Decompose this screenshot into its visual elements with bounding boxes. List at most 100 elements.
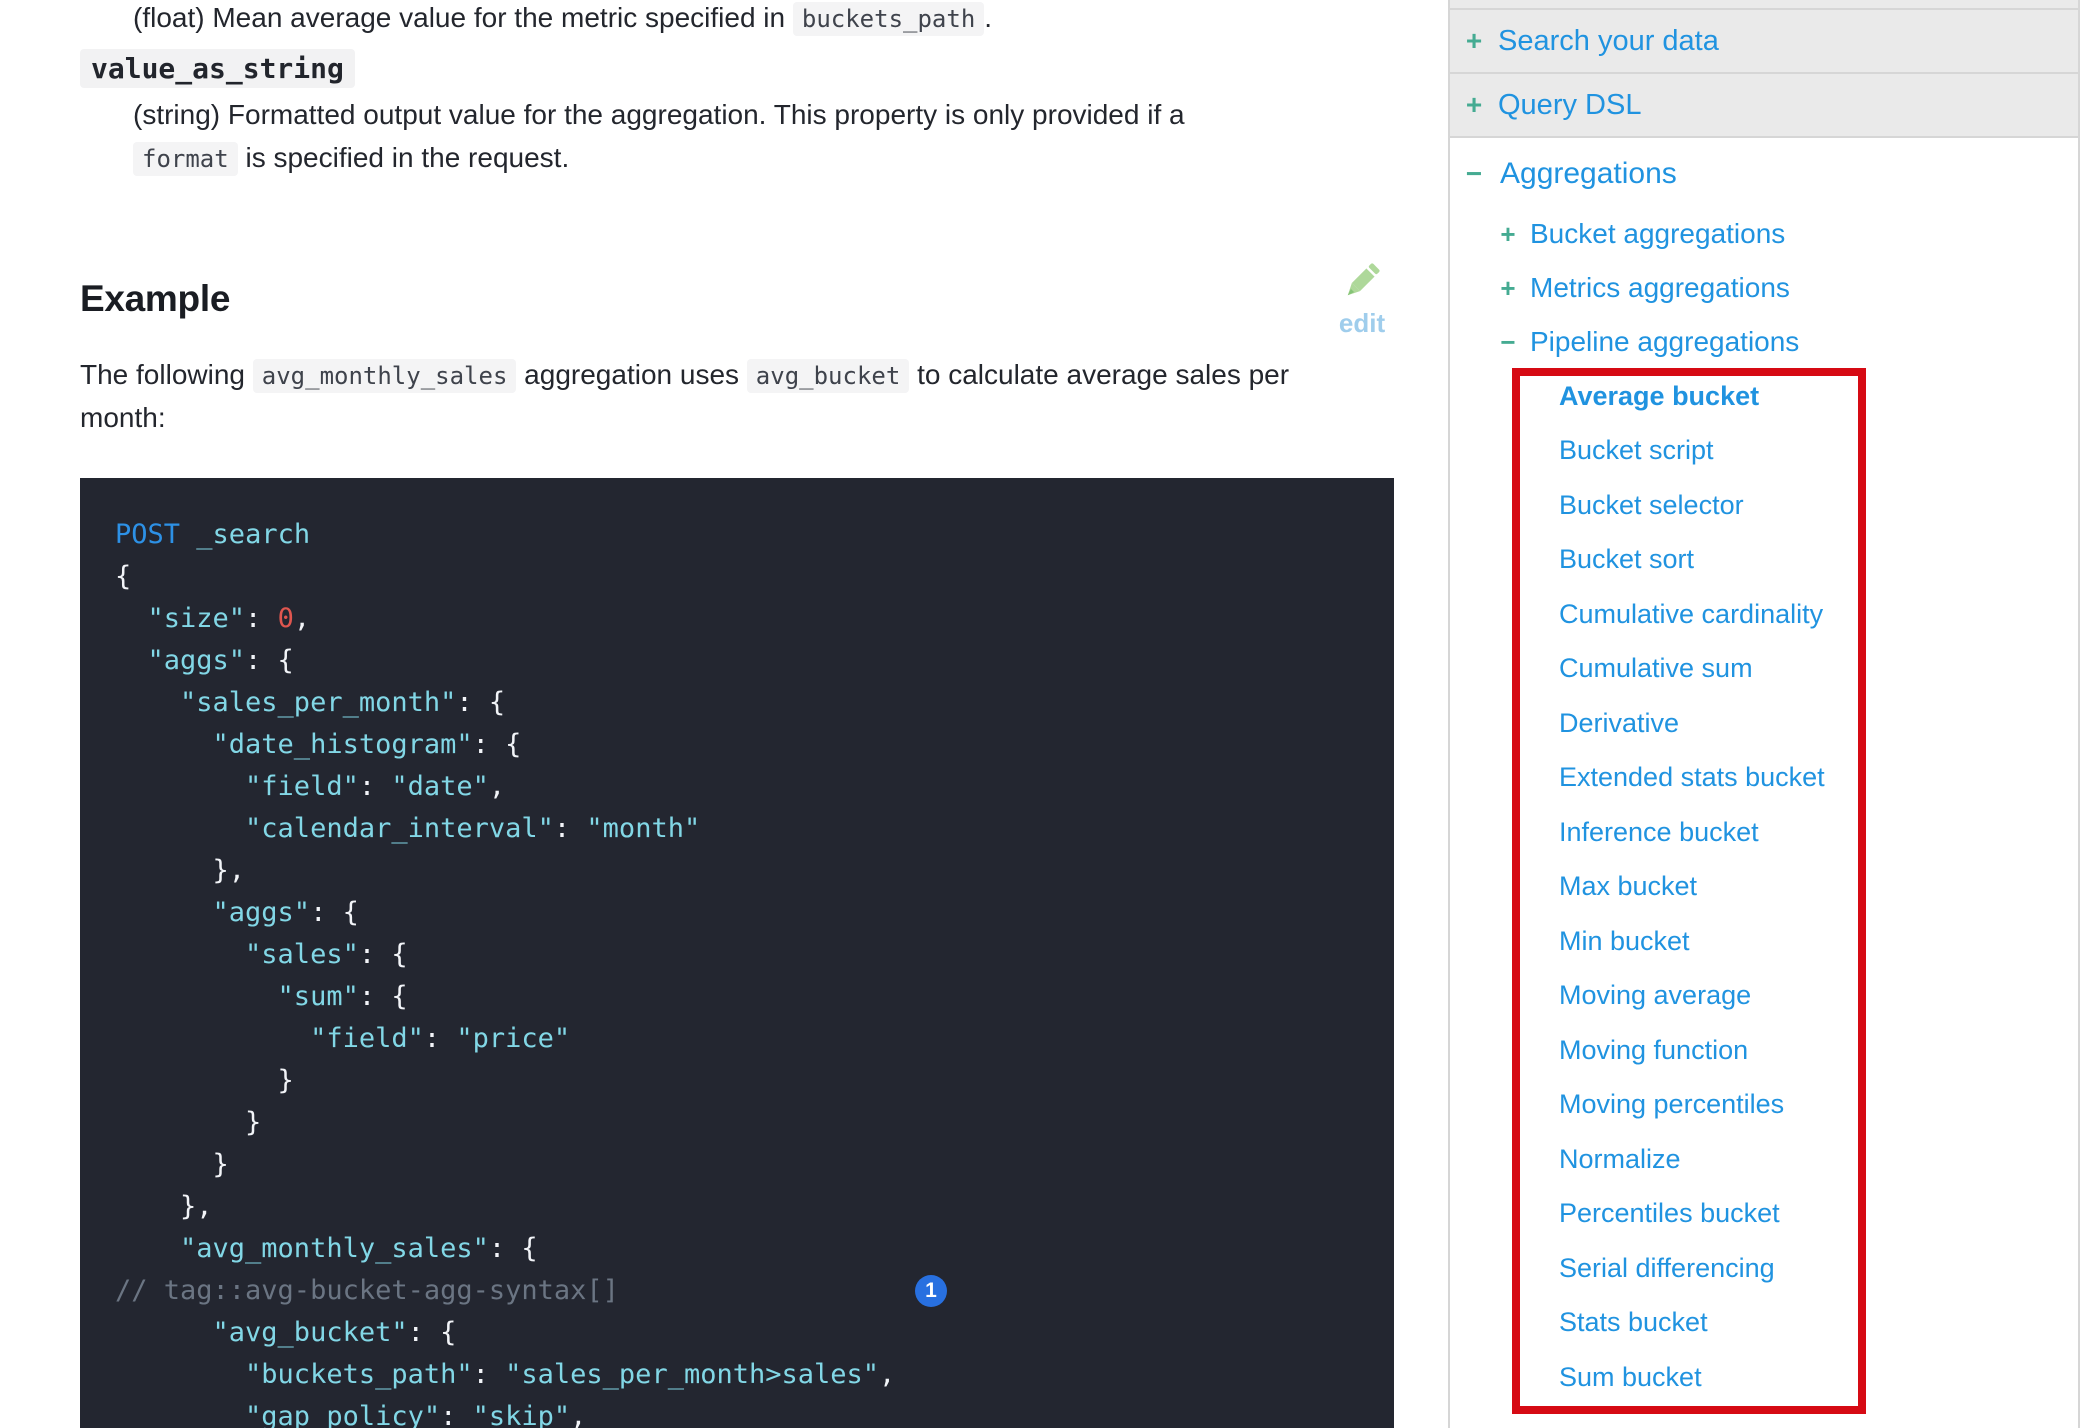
sidebar-link-bucket-script[interactable]: Bucket script — [1450, 424, 2078, 479]
code-line: }, — [115, 1186, 1364, 1228]
float-description: (float) Mean average value for the metri… — [80, 0, 1394, 41]
sidebar-item-aggregations[interactable]: − Aggregations — [1450, 151, 2078, 197]
callout-1-badge: 1 — [915, 1275, 947, 1307]
sidebar-item-label: Bucket aggregations — [1530, 218, 1785, 250]
sidebar-item-label: Pipeline aggregations — [1530, 326, 1799, 358]
code-lines: POST _search{ "size": 0, "aggs": { "sale… — [115, 514, 1364, 1428]
sidebar-item-query-dsl[interactable]: + Query DSL — [1450, 74, 2078, 138]
expand-icon[interactable]: + — [1462, 25, 1486, 57]
code-line: "buckets_path": "sales_per_month>sales", — [115, 1354, 1364, 1396]
sidebar-item-bucket-aggregations[interactable]: + Bucket aggregations — [1450, 207, 2078, 261]
code-token: "month" — [586, 813, 700, 844]
sidebar-item-label: Metrics aggregations — [1530, 272, 1790, 304]
code-comment: // tag::avg-bucket-agg-syntax[] — [115, 1275, 619, 1306]
sidebar-link-moving-average[interactable]: Moving average — [1450, 969, 2078, 1024]
text-segment: to calculate average sales per — [909, 359, 1289, 390]
code-token: _search — [196, 519, 310, 550]
code-token: 0 — [278, 603, 294, 634]
code-token: : — [359, 771, 392, 802]
sidebar-link-percentiles-bucket[interactable]: Percentiles bucket — [1450, 1187, 2078, 1242]
term-value-as-string: value_as_string — [80, 49, 355, 88]
code-line: // tag::avg-bucket-agg-syntax[] 1 — [115, 1270, 1364, 1312]
sidebar-link-max-bucket[interactable]: Max bucket — [1450, 860, 2078, 915]
collapse-icon[interactable]: − — [1498, 327, 1518, 358]
code-token — [180, 519, 196, 550]
code-line: "date_histogram": { — [115, 724, 1364, 766]
code-block: POST _search{ "size": 0, "aggs": { "sale… — [80, 478, 1394, 1428]
sidebar-link-bucket-selector[interactable]: Bucket selector — [1450, 478, 2078, 533]
code-line: { — [115, 556, 1364, 598]
code-token: "aggs" — [115, 897, 310, 928]
code-token: "avg_bucket" — [115, 1317, 408, 1348]
code-token: "field" — [115, 1023, 424, 1054]
edit-label: edit — [1339, 309, 1385, 337]
code-token: "gap_policy" — [115, 1401, 440, 1428]
sidebar-item-label: Query DSL — [1498, 89, 1641, 122]
code-line: "field": "date", — [115, 766, 1364, 808]
sidebar-link-extended-stats-bucket[interactable]: Extended stats bucket — [1450, 751, 2078, 806]
code-token: "buckets_path" — [115, 1359, 473, 1390]
sidebar-link-average-bucket[interactable]: Average bucket — [1450, 369, 2078, 424]
code-token: "skip" — [473, 1401, 571, 1428]
code-token: : { — [473, 729, 522, 760]
sidebar-link-cumulative-sum[interactable]: Cumulative sum — [1450, 642, 2078, 697]
sidebar-item-pipeline-aggregations[interactable]: −Pipeline aggregations — [1450, 315, 2078, 369]
inline-code: buckets_path — [793, 2, 984, 36]
code-line: "avg_bucket": { — [115, 1312, 1364, 1354]
sidebar-link-sum-bucket[interactable]: Sum bucket — [1450, 1350, 2078, 1405]
docs-page: (float) Mean average value for the metri… — [0, 0, 2084, 1428]
code-token: : — [424, 1023, 457, 1054]
edit-link[interactable]: edit — [1330, 258, 1394, 337]
intro-paragraph: The following avg_monthly_sales aggregat… — [80, 354, 1394, 439]
code-line: POST _search — [115, 514, 1364, 556]
code-line: "aggs": { — [115, 892, 1364, 934]
sidebar-link-bucket-sort[interactable]: Bucket sort — [1450, 533, 2078, 588]
expand-icon[interactable]: + — [1498, 219, 1518, 250]
text-segment: month: — [80, 402, 166, 433]
sidebar-item-label: Search your data — [1498, 25, 1719, 58]
expand-icon[interactable]: + — [1498, 273, 1518, 304]
code-token: "price" — [456, 1023, 570, 1054]
sidebar-link-cumulative-cardinality[interactable]: Cumulative cardinality — [1450, 587, 2078, 642]
sidebar-item-search-your-data[interactable]: + Search your data — [1450, 10, 2078, 74]
sidebar-item-metrics-aggregations[interactable]: + Metrics aggregations — [1450, 261, 2078, 315]
sidebar-link-min-bucket[interactable]: Min bucket — [1450, 914, 2078, 969]
code-line: } — [115, 1060, 1364, 1102]
code-line: }, — [115, 850, 1364, 892]
collapse-icon[interactable]: − — [1462, 158, 1486, 190]
code-token: "aggs" — [115, 645, 245, 676]
code-line: "avg_monthly_sales": { — [115, 1228, 1364, 1270]
sidebar-link-stats-bucket[interactable]: Stats bucket — [1450, 1296, 2078, 1351]
pencil-icon — [1339, 258, 1385, 309]
code-token: "date" — [391, 771, 489, 802]
sidebar-link-inference-bucket[interactable]: Inference bucket — [1450, 805, 2078, 860]
code-line: "sales": { — [115, 934, 1364, 976]
sidebar-link-moving-function[interactable]: Moving function — [1450, 1023, 2078, 1078]
code-token: : { — [359, 981, 408, 1012]
code-token: , — [879, 1359, 895, 1390]
sidebar-link-derivative[interactable]: Derivative — [1450, 696, 2078, 751]
code-line: } — [115, 1144, 1364, 1186]
aggregation-children: + Bucket aggregations + Metrics aggregation… — [1450, 207, 2078, 369]
sidebar-link-normalize[interactable]: Normalize — [1450, 1132, 2078, 1187]
code-token: : { — [489, 1233, 538, 1264]
code-token: } — [115, 1065, 294, 1096]
text-segment: The following — [80, 359, 253, 390]
sidebar-link-serial-differencing[interactable]: Serial differencing — [1450, 1241, 2078, 1296]
code-token: : { — [359, 939, 408, 970]
code-token: "calendar_interval" — [115, 813, 554, 844]
sidebar-link-moving-percentiles[interactable]: Moving percentiles — [1450, 1078, 2078, 1133]
code-token: }, — [115, 855, 245, 886]
code-token: { — [115, 561, 131, 592]
example-heading: Example — [80, 277, 1394, 321]
term-row: value_as_string — [80, 47, 1394, 89]
code-token: "sales_per_month>sales" — [505, 1359, 879, 1390]
code-token: , — [570, 1401, 586, 1428]
code-line: "gap_policy": "skip", — [115, 1396, 1364, 1428]
code-line: "field": "price" — [115, 1018, 1364, 1060]
expand-icon[interactable]: + — [1462, 89, 1486, 121]
sidebar-top-items: + Search your data + Query DSL — [1450, 10, 2078, 138]
string-description: (string) Formatted output value for the … — [80, 93, 1394, 181]
main-content: (float) Mean average value for the metri… — [80, 0, 1394, 1428]
code-token: "sales" — [115, 939, 359, 970]
